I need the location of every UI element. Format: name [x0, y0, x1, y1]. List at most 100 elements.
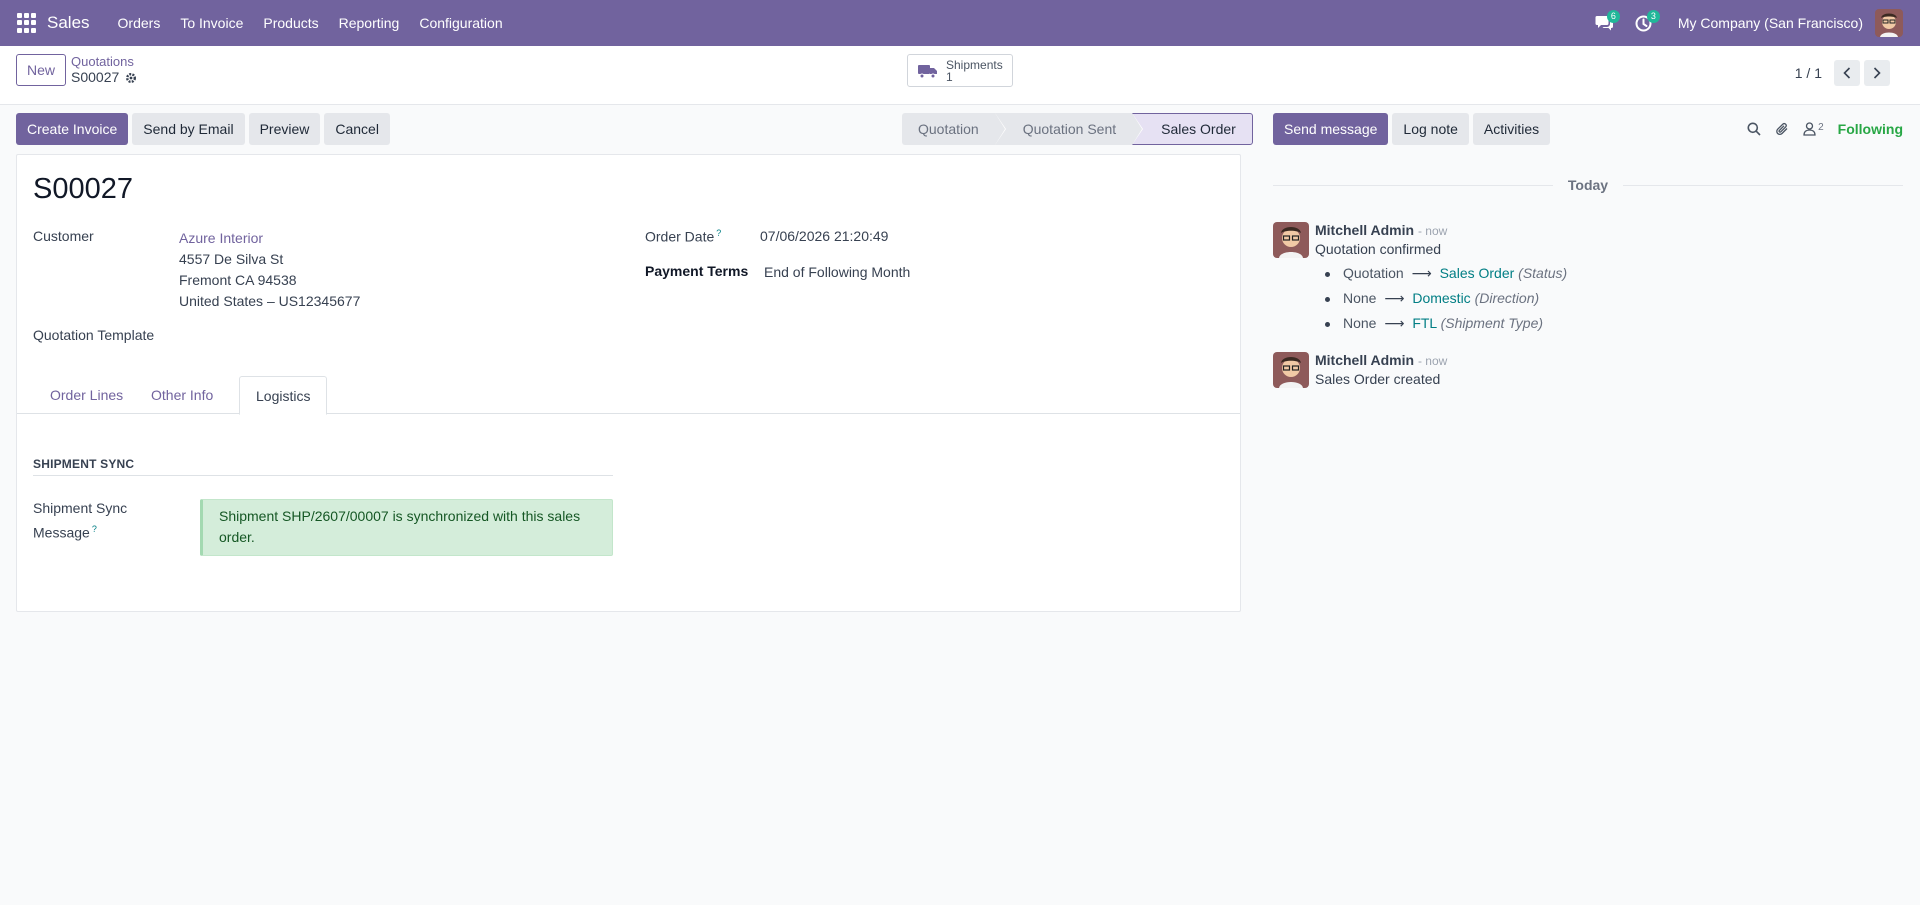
log-note-button[interactable]: Log note [1392, 113, 1469, 145]
pager-value[interactable]: 1 / 1 [1795, 65, 1822, 81]
tab-other-info[interactable]: Other Info [135, 376, 229, 414]
search-icon[interactable] [1747, 122, 1761, 136]
menu-configuration[interactable]: Configuration [409, 0, 512, 46]
customer-street: 4557 De Silva St [179, 251, 284, 267]
chevron-right-icon [1873, 67, 1881, 79]
breadcrumb-quotations[interactable]: Quotations [71, 54, 137, 69]
breadcrumb: Quotations S00027 [71, 54, 137, 86]
author-avatar[interactable] [1273, 222, 1309, 258]
arrow-right-icon: ⟶ [1411, 265, 1432, 281]
menu-orders[interactable]: Orders [108, 0, 171, 46]
arrow-right-icon: ⟶ [1384, 290, 1405, 306]
message-author[interactable]: Mitchell Admin [1315, 352, 1414, 368]
tracking-field: (Status) [1518, 265, 1568, 281]
shipments-smart-button[interactable]: Shipments 1 [907, 54, 1013, 87]
app-grid-icon[interactable] [17, 13, 37, 33]
tracking-values: Quotation ⟶ Sales Order (Status) None ⟶ … [1315, 261, 1895, 336]
top-navbar: Sales Orders To Invoice Products Reporti… [0, 0, 1920, 46]
activities-badge: 3 [1646, 10, 1660, 23]
app-name[interactable]: Sales [47, 13, 90, 33]
payment-terms-field[interactable]: End of Following Month [764, 264, 910, 280]
stage-quotation[interactable]: Quotation [902, 113, 1006, 145]
stage-quotation-label: Quotation [918, 121, 979, 137]
stage-sales-order[interactable]: Sales Order [1132, 113, 1253, 145]
shipment-sync-help-icon[interactable]: ? [92, 524, 97, 534]
order-reference: S00027 [33, 173, 133, 205]
menu-products[interactable]: Products [253, 0, 328, 46]
messages-badge: 6 [1606, 10, 1620, 23]
payment-terms-label: Payment Terms [645, 263, 749, 279]
tracking-new-value: Sales Order [1439, 265, 1515, 281]
truck-icon [918, 64, 937, 78]
pager-next-button[interactable] [1864, 60, 1890, 86]
paperclip-icon[interactable] [1775, 122, 1789, 136]
message-time: - now [1417, 224, 1448, 238]
order-date-label-text: Order Date [645, 228, 715, 245]
pager: 1 / 1 [1795, 60, 1890, 86]
cancel-button[interactable]: Cancel [324, 113, 390, 145]
stage-sales-order-label: Sales Order [1161, 121, 1236, 137]
main-menu: Orders To Invoice Products Reporting Con… [108, 0, 513, 46]
tracking-item: None ⟶ FTL (Shipment Type) [1315, 311, 1895, 336]
tracking-field: (Direction) [1474, 290, 1540, 306]
tracking-item: Quotation ⟶ Sales Order (Status) [1315, 261, 1895, 286]
shipment-sync-section-title: SHIPMENT SYNC [33, 457, 613, 476]
form-tabs: Order Lines Other Info Logistics [17, 376, 1240, 415]
menu-reporting[interactable]: Reporting [329, 0, 410, 46]
quotation-template-label: Quotation Template [33, 327, 155, 343]
messaging-menu[interactable]: 6 [1584, 0, 1624, 46]
chatter: Send message Log note Activities 2 Follo… [1273, 113, 1903, 388]
author-avatar[interactable] [1273, 352, 1309, 388]
customer-label: Customer [33, 228, 94, 244]
tracking-item: None ⟶ Domestic (Direction) [1315, 286, 1895, 311]
customer-field[interactable]: Azure Interior 4557 De Silva St Fremont … [179, 228, 360, 312]
shipment-sync-label: Shipment Sync Message? [33, 498, 153, 544]
activity-menu[interactable]: 3 [1624, 0, 1664, 46]
user-icon [1803, 122, 1816, 136]
control-panel: New Quotations S00027 Shipments 1 1 / 1 [0, 46, 1920, 105]
shipments-count: 1 [946, 69, 953, 84]
user-avatar[interactable] [1875, 9, 1903, 37]
chevron-left-icon [1843, 67, 1851, 79]
message-author[interactable]: Mitchell Admin [1315, 222, 1414, 238]
breadcrumb-current-label: S00027 [71, 69, 120, 85]
shipments-label: Shipments [946, 57, 1003, 72]
company-switcher[interactable]: My Company (San Francisco) [1678, 15, 1863, 31]
tracking-field: (Shipment Type) [1440, 315, 1544, 331]
stage-quotation-sent-label: Quotation Sent [1022, 121, 1117, 137]
order-date-label: Order Date? [645, 228, 721, 245]
send-by-email-button[interactable]: Send by Email [132, 113, 245, 145]
pager-previous-button[interactable] [1834, 60, 1860, 86]
tracking-new-value: FTL [1412, 315, 1437, 331]
shipment-sync-label-line2: Message [33, 524, 90, 541]
order-date-help-icon[interactable]: ? [716, 228, 721, 238]
customer-city: Fremont CA 94538 [179, 272, 297, 288]
menu-to-invoice[interactable]: To Invoice [170, 0, 253, 46]
tracking-old-value: None [1343, 290, 1377, 306]
customer-country: United States – US12345677 [179, 293, 361, 309]
create-invoice-button[interactable]: Create Invoice [16, 113, 129, 145]
new-button[interactable]: New [16, 54, 67, 86]
tab-logistics[interactable]: Logistics [239, 376, 328, 415]
order-date-field[interactable]: 07/06/2026 21:20:49 [760, 228, 888, 244]
followers-button[interactable]: 2 [1803, 122, 1824, 136]
followers-count: 2 [1818, 122, 1824, 133]
tab-order-lines[interactable]: Order Lines [34, 376, 139, 414]
preview-button[interactable]: Preview [248, 113, 321, 145]
message-text: Quotation confirmed [1315, 241, 1442, 257]
following-button[interactable]: Following [1838, 121, 1903, 137]
send-message-button[interactable]: Send message [1273, 113, 1389, 145]
message-time: - now [1417, 354, 1448, 368]
tracking-old-value: Quotation [1343, 265, 1404, 281]
date-separator: Today [1553, 177, 1623, 193]
message-text: Sales Order created [1315, 371, 1441, 387]
activities-button[interactable]: Activities [1472, 113, 1551, 145]
customer-name[interactable]: Azure Interior [179, 228, 360, 249]
tracking-new-value: Domestic [1412, 290, 1471, 306]
shipment-sync-label-line1: Shipment Sync [33, 500, 128, 516]
stage-quotation-sent[interactable]: Quotation Sent [994, 113, 1144, 145]
gear-icon[interactable] [125, 72, 137, 84]
form-sheet: S00027 Customer Azure Interior 4557 De S… [16, 154, 1241, 612]
status-bar: Quotation Quotation Sent Sales Order [902, 113, 1253, 145]
tracking-old-value: None [1343, 315, 1377, 331]
